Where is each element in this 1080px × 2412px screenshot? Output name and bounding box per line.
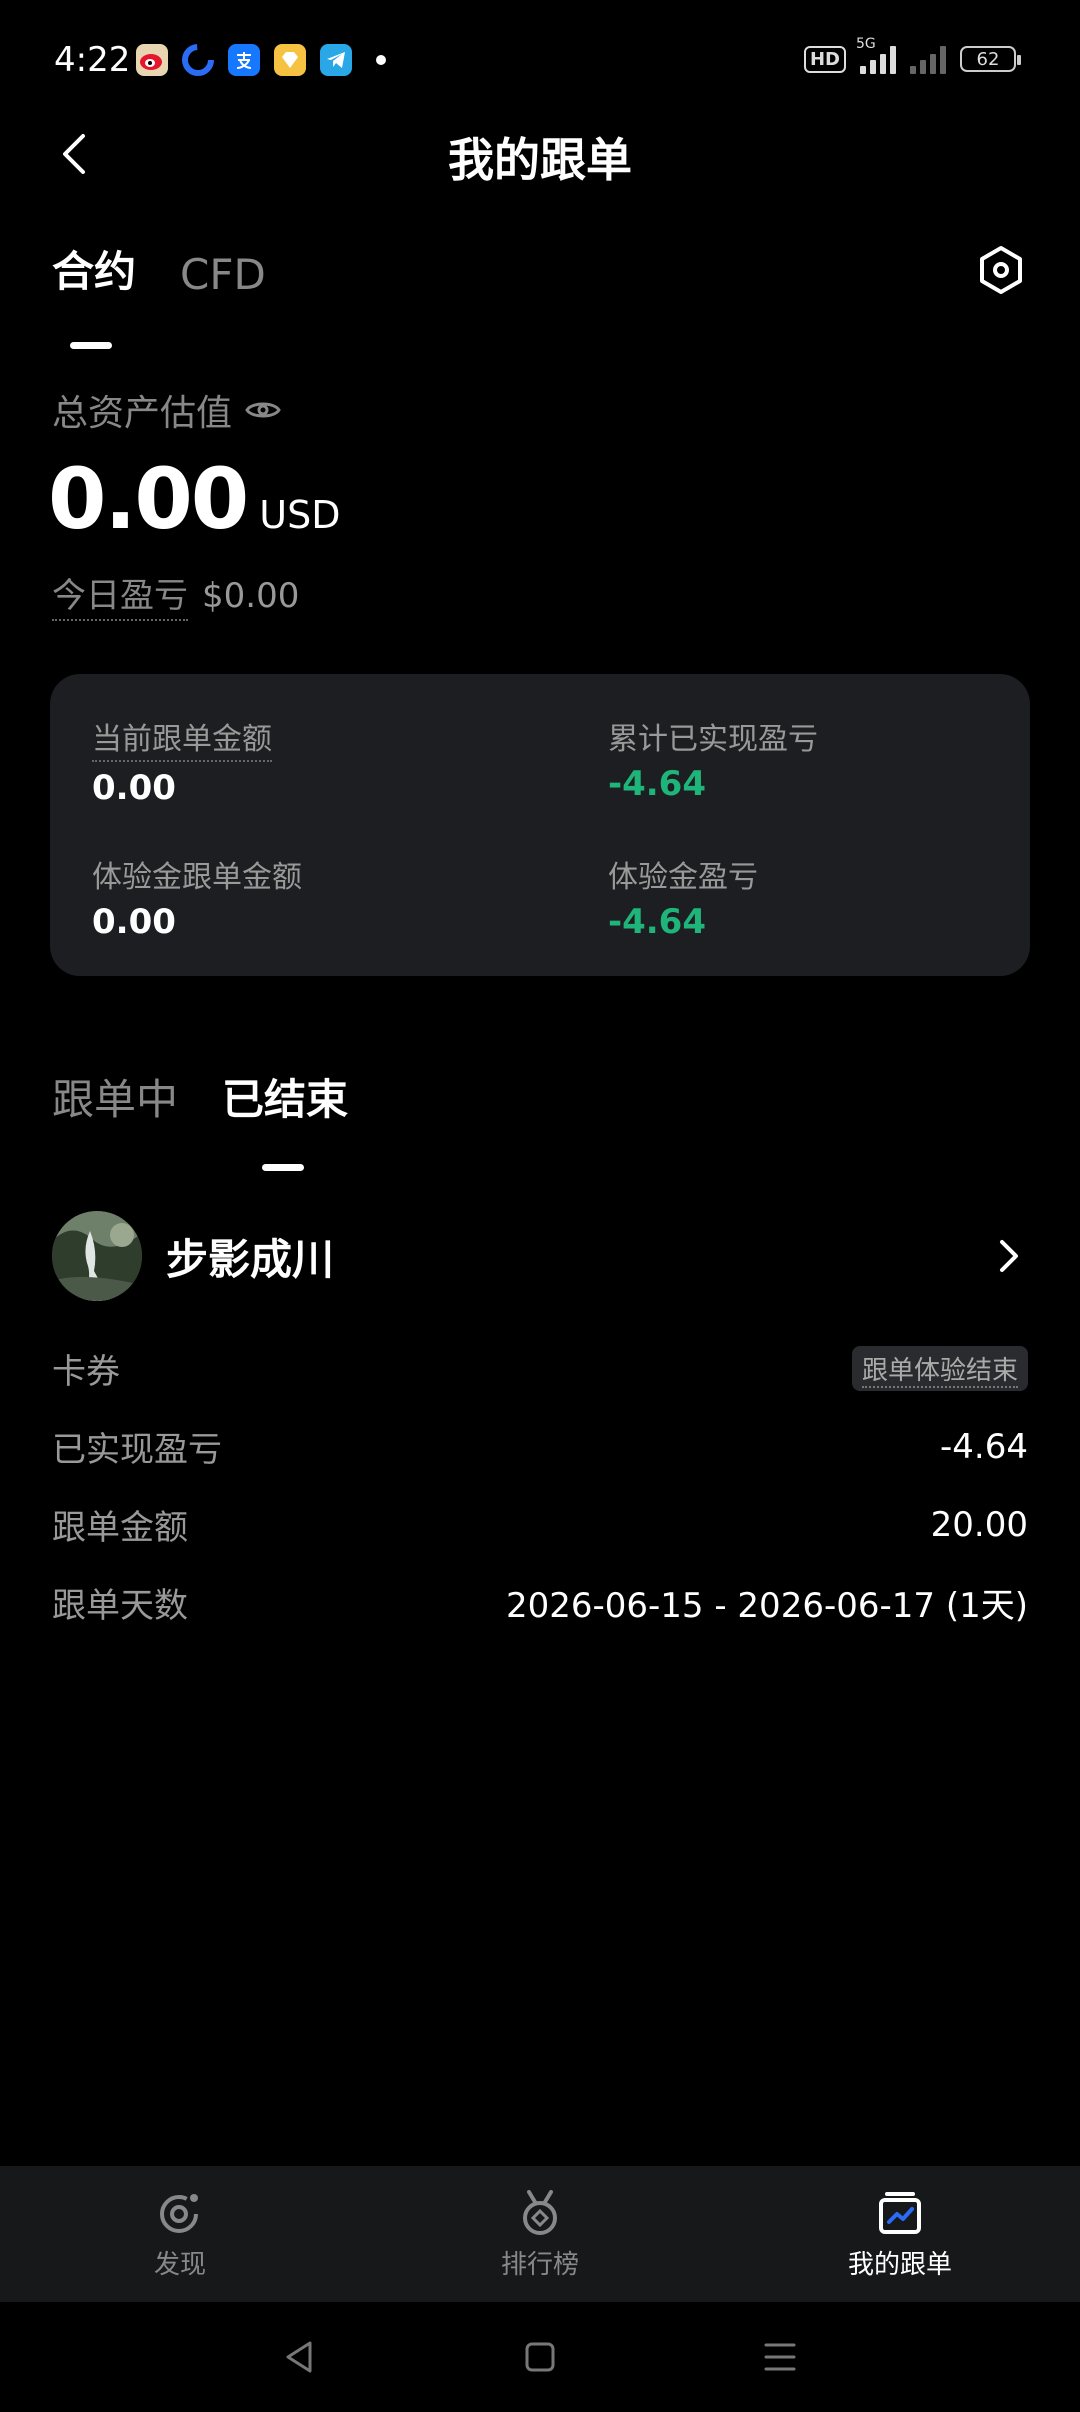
page-title: 我的跟单: [448, 133, 632, 187]
nav-my-follow[interactable]: 我的跟单: [720, 2166, 1080, 2302]
realized-pnl-value: -4.64: [608, 764, 706, 804]
alipay-icon: [228, 44, 260, 76]
current-amount-cell: 当前跟单金额 0.00: [92, 714, 272, 808]
system-home-icon[interactable]: [520, 2337, 560, 2377]
amount-value: 20.00: [930, 1504, 1028, 1545]
signal-sim2-icon: [910, 44, 946, 74]
realized-pnl-label: 累计已实现盈亏: [608, 722, 818, 757]
coupon-label: 卡券: [52, 1352, 120, 1392]
chevron-right-icon: [1000, 1240, 1018, 1272]
realized-value: -4.64: [940, 1426, 1028, 1467]
trial-pnl-value: -4.64: [608, 902, 706, 942]
coupon-row: 卡券 跟单体验结束: [52, 1344, 1028, 1393]
current-amount-label[interactable]: 当前跟单金额: [92, 714, 272, 762]
avatar: [52, 1211, 142, 1301]
realized-pnl-cell: 累计已实现盈亏 -4.64: [608, 714, 818, 804]
notification-icons: [136, 44, 386, 76]
today-pnl-value: $0.00: [202, 576, 300, 616]
realized-label: 已实现盈亏: [52, 1430, 222, 1470]
trader-row[interactable]: 步影成川: [52, 1208, 1028, 1304]
today-pnl-label[interactable]: 今日盈亏: [52, 568, 188, 621]
tab-ended[interactable]: 已结束: [222, 1066, 348, 1171]
nav-my-follow-label: 我的跟单: [847, 2250, 952, 2280]
realized-row: 已实现盈亏 -4.64: [52, 1422, 1028, 1471]
coupon-status-text: 跟单体验结束: [861, 1356, 1018, 1388]
trial-amount-value: 0.00: [92, 902, 176, 942]
nav-discover[interactable]: 发现: [0, 2166, 360, 2302]
days-row: 跟单天数 2026-06-15 - 2026-06-17 (1天): [52, 1578, 1028, 1627]
diamond-app-icon: [274, 44, 306, 76]
product-tabs: 合约 CFD: [52, 238, 266, 349]
total-assets-label-row: 总资产估值: [52, 384, 282, 436]
weibo-icon: [136, 44, 168, 76]
battery-level: 62: [976, 48, 1000, 70]
trial-pnl-cell: 体验金盈亏 -4.64: [608, 852, 758, 942]
total-assets-number: 0.00: [48, 450, 249, 548]
eye-icon[interactable]: [244, 397, 282, 423]
nav-leaderboard-label: 排行榜: [500, 2250, 579, 2280]
summary-card: 当前跟单金额 0.00 累计已实现盈亏 -4.64 体验金跟单金额 0.00 体…: [50, 674, 1030, 976]
tab-contract[interactable]: 合约: [52, 238, 136, 349]
browser-c-icon: [182, 44, 214, 76]
current-amount-value: 0.00: [92, 768, 176, 808]
trial-pnl-label: 体验金盈亏: [608, 860, 758, 895]
discover-icon: [160, 2194, 198, 2233]
follow-status-tabs: 跟单中 已结束: [52, 1066, 348, 1171]
telegram-icon: [320, 44, 352, 76]
days-label: 跟单天数: [52, 1586, 188, 1626]
total-assets-value: 0.00 USD: [48, 450, 340, 548]
tab-cfd[interactable]: CFD: [180, 250, 266, 299]
amount-row: 跟单金额 20.00: [52, 1500, 1028, 1549]
hexagon-settings-icon: [980, 246, 1022, 294]
my-follow-icon: [879, 2192, 921, 2234]
trial-amount-label: 体验金跟单金额: [92, 860, 302, 895]
signal-5g-icon: 5G: [856, 36, 896, 74]
trial-amount-cell: 体验金跟单金额 0.00: [92, 852, 302, 942]
days-value: 2026-06-15 - 2026-06-17 (1天): [505, 1586, 1028, 1626]
battery-icon: 62: [960, 46, 1021, 72]
amount-label: 跟单金额: [52, 1508, 188, 1548]
system-status: HD 5G 62: [803, 36, 1021, 74]
settings-button[interactable]: [976, 244, 1026, 296]
nav-leaderboard[interactable]: 排行榜: [360, 2166, 720, 2302]
tab-following[interactable]: 跟单中: [52, 1066, 178, 1127]
coupon-status-badge[interactable]: 跟单体验结束: [851, 1346, 1028, 1391]
system-back-icon[interactable]: [280, 2337, 320, 2377]
nav-discover-label: 发现: [153, 2250, 206, 2280]
total-assets-unit: USD: [259, 493, 341, 537]
more-notifications-dot: [376, 55, 386, 65]
status-time: 4:22: [54, 40, 131, 80]
today-pnl-row: 今日盈亏 $0.00: [52, 568, 299, 621]
total-assets-label: 总资产估值: [52, 393, 233, 434]
bottom-nav: 发现 排行榜 我的跟单: [0, 2166, 1080, 2302]
hd-badge: HD: [803, 45, 846, 73]
system-navigation-bar: [0, 2302, 1080, 2412]
status-bar: 4:22 HD 5G 62: [0, 0, 1080, 120]
medal-icon: [523, 2190, 557, 2235]
system-menu-icon[interactable]: [760, 2337, 800, 2377]
trader-name: 步影成川: [166, 1234, 335, 1284]
